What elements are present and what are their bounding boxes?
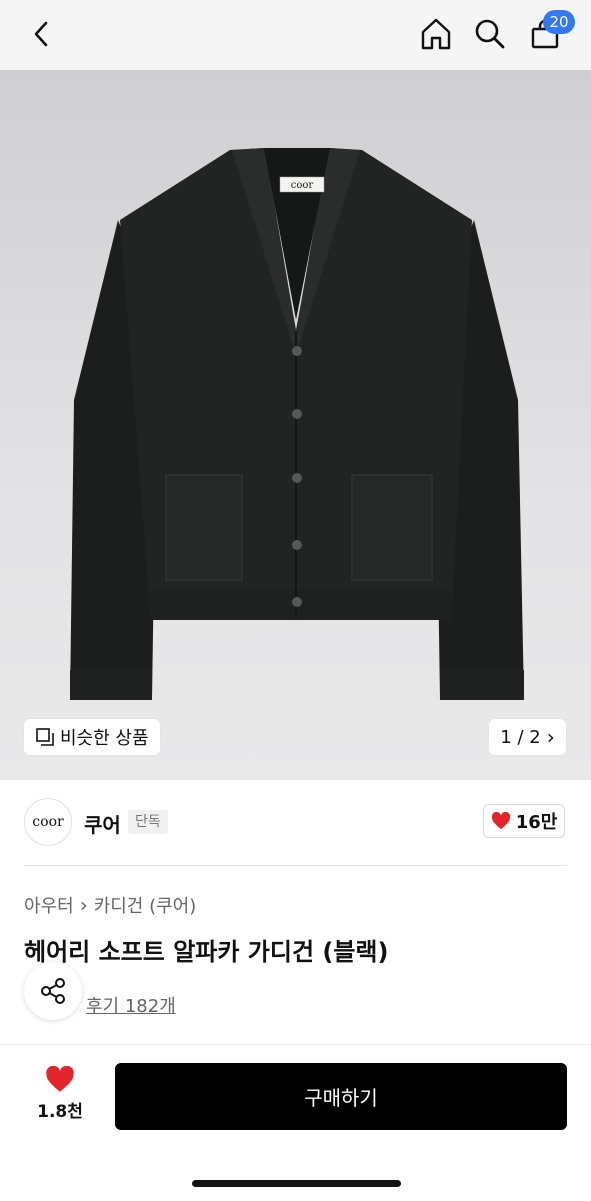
similar-products-button[interactable]: 비슷한 상품: [24, 719, 160, 755]
share-icon: [38, 976, 68, 1006]
home-indicator: [192, 1180, 401, 1187]
cart-count-badge: 20: [543, 10, 575, 34]
seller-row: coor 쿠어 단독 16만: [0, 780, 591, 866]
divider: [24, 865, 567, 866]
buy-button[interactable]: 구매하기: [115, 1063, 567, 1130]
similar-products-label: 비슷한 상품: [60, 728, 149, 749]
product-image[interactable]: coor 비슷한 상품 1 / 2 ›: [0, 70, 591, 780]
brand-label-text: coor: [291, 180, 314, 191]
breadcrumb: 아우터 › 카디건 (쿠어): [24, 892, 196, 918]
seller-logo-text: coor: [32, 814, 64, 830]
seller-like-button[interactable]: 16만: [483, 804, 565, 838]
wishlist-count: 1.8천: [37, 1102, 83, 1122]
exclusive-badge: 단독: [128, 810, 168, 834]
home-icon[interactable]: [416, 14, 456, 54]
reviews-link[interactable]: 후기 182개: [86, 992, 176, 1018]
breadcrumb-category[interactable]: 아우터: [24, 892, 74, 918]
heart-icon: [491, 812, 511, 830]
back-icon[interactable]: [22, 14, 62, 54]
seller-name[interactable]: 쿠어: [84, 809, 121, 838]
product-title: 헤어리 소프트 알파카 가디건 (블랙): [24, 938, 389, 966]
share-button[interactable]: [24, 962, 82, 1020]
cardigan-illustration: coor: [70, 148, 524, 700]
breadcrumb-subcategory[interactable]: 카디건 (쿠어): [94, 892, 197, 918]
heart-icon: [45, 1066, 75, 1093]
image-pager[interactable]: 1 / 2 ›: [489, 719, 566, 755]
seller-logo[interactable]: coor: [24, 798, 72, 846]
seller-like-count: 16만: [515, 812, 558, 833]
similar-items-icon: [36, 728, 54, 746]
image-pager-text: 1 / 2: [500, 726, 541, 748]
chevron-right-icon: ›: [546, 725, 555, 749]
chevron-right-icon: ›: [79, 893, 88, 917]
wishlist-button[interactable]: 1.8천: [30, 1066, 90, 1130]
search-icon[interactable]: [470, 14, 510, 54]
top-navigation-bar: 20: [0, 0, 591, 70]
